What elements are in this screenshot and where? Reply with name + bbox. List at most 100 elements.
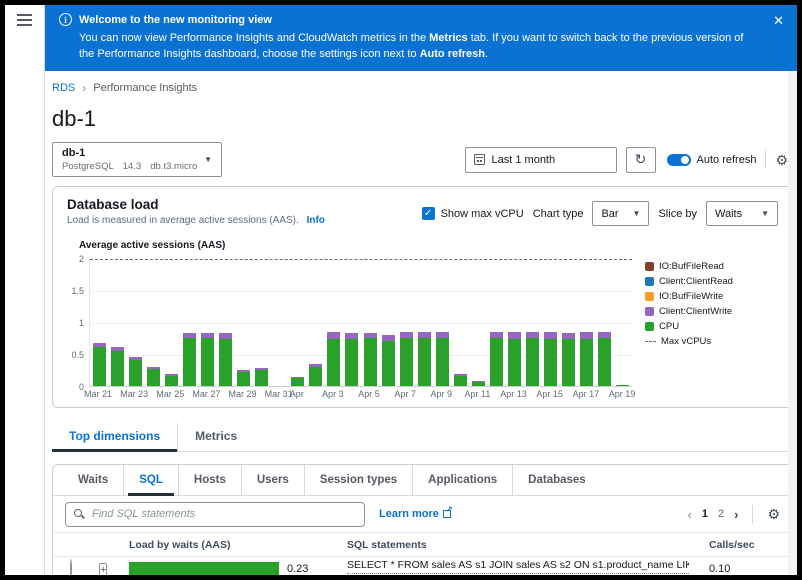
bar-client-clientwrite-apr-14[interactable] [526,332,539,338]
bar-cpu-apr-14[interactable] [526,338,539,386]
bar-client-clientwrite-apr-4[interactable] [345,333,358,339]
bar-cpu-apr-3[interactable] [327,339,340,386]
bar-client-clientwrite-mar-24[interactable] [147,367,160,370]
search-input[interactable] [65,502,365,527]
instance-selector[interactable]: db-1 PostgreSQL 14.3 db.t3.micro ▼ [52,142,222,177]
bar-cpu-mar-24[interactable] [147,369,160,386]
bar-client-clientwrite-apr-17[interactable] [580,332,593,338]
dimension-tab-session-types[interactable]: Session types [304,465,412,495]
dimension-tab-databases[interactable]: Databases [512,465,601,495]
dimension-tab-waits[interactable]: Waits [63,465,123,495]
load-by-waits-bar [129,562,279,575]
chart-plot-area[interactable] [89,259,632,387]
bar-cpu-apr-4[interactable] [345,339,358,386]
bar-cpu-apr-7[interactable] [400,338,413,386]
bar-cpu-mar-23[interactable] [129,360,142,386]
bar-cpu-apr-6[interactable] [382,341,395,386]
bar-client-clientwrite-apr-11[interactable] [472,381,485,382]
bar-client-clientwrite-mar-28[interactable] [219,333,232,339]
bar-client-clientwrite-apr-12[interactable] [490,332,503,338]
info-link[interactable]: Info [307,215,325,226]
bar-client-clientwrite-mar-30[interactable] [255,368,268,370]
row-expand-icon[interactable]: + [99,563,107,575]
slice-by-select[interactable]: Waits ▼ [706,201,778,226]
bar-client-clientwrite-mar-22[interactable] [111,347,124,351]
bar-cpu-apr-15[interactable] [544,339,557,386]
bar-client-clientwrite-apr-3[interactable] [327,332,340,338]
time-range-picker[interactable]: Last 1 month [465,147,617,173]
bar-cpu-mar-28[interactable] [219,339,232,386]
show-max-vcpu-checkbox[interactable]: ✓ [422,207,435,220]
bar-client-clientwrite-apr-10[interactable] [454,374,467,376]
bar-cpu-apr-17[interactable] [580,339,593,386]
table-preferences-gear-icon[interactable]: ⚙ [767,507,780,521]
bar-cpu-mar-30[interactable] [255,370,268,386]
bar-cpu-mar-27[interactable] [201,338,214,386]
bar-client-clientwrite-apr-15[interactable] [544,332,557,338]
bar-cpu-mar-29[interactable] [237,372,250,386]
bar-cpu-apr-13[interactable] [508,339,521,386]
legend-label: IO:BufFileRead [659,261,724,272]
bar-cpu-apr-5[interactable] [364,338,377,386]
bar-cpu-apr-1[interactable] [291,378,304,386]
settings-gear-icon[interactable]: ⚙ [775,153,788,167]
bar-client-clientwrite-mar-25[interactable] [165,374,178,376]
bar-cpu-apr-19[interactable] [616,385,629,386]
col-calls-per-sec[interactable]: Calls/sec [699,539,759,551]
row-radio-button[interactable] [70,559,72,575]
bar-client-clientwrite-apr-1[interactable] [291,377,304,378]
pagination-page-1[interactable]: 1 [702,508,708,520]
legend-item-io-buffileread: IO:BufFileRead [645,261,778,272]
bar-cpu-mar-22[interactable] [111,351,124,386]
legend-label: Max vCPUs [661,336,711,347]
bar-client-clientwrite-mar-29[interactable] [237,370,250,372]
bar-cpu-apr-9[interactable] [436,338,449,386]
auto-refresh-toggle[interactable] [667,154,691,166]
bar-cpu-apr-11[interactable] [472,382,485,386]
bar-cpu-mar-26[interactable] [183,338,196,386]
refresh-button[interactable]: ↻ [626,147,656,173]
bar-cpu-apr-10[interactable] [454,376,467,386]
bar-client-clientwrite-apr-7[interactable] [400,332,413,338]
bar-cpu-apr-16[interactable] [562,339,575,386]
pagination-next-icon[interactable]: › [734,509,738,520]
bar-client-clientwrite-mar-21[interactable] [93,343,106,347]
bar-cpu-mar-21[interactable] [93,347,106,386]
bar-cpu-mar-25[interactable] [165,376,178,386]
col-sql-statements[interactable]: SQL statements [347,539,699,551]
bar-cpu-apr-8[interactable] [418,338,431,386]
bar-client-clientwrite-apr-16[interactable] [562,333,575,339]
bar-client-clientwrite-mar-23[interactable] [129,357,142,360]
dimension-tab-sql[interactable]: SQL [123,465,178,495]
pagination-page-2[interactable]: 2 [718,508,724,520]
x-tick-label: Mar 27 [192,389,220,399]
dimension-tab-hosts[interactable]: Hosts [178,465,241,495]
instance-version: 14.3 [123,161,142,172]
instance-engine: PostgreSQL [62,161,114,172]
dimension-tab-users[interactable]: Users [241,465,304,495]
bar-client-clientwrite-mar-26[interactable] [183,333,196,338]
bar-client-clientwrite-apr-8[interactable] [418,332,431,338]
bar-client-clientwrite-apr-2[interactable] [309,364,322,367]
sql-statement-link[interactable]: SELECT * FROM sales AS s1 JOIN sales AS … [347,559,689,574]
col-load-by-waits[interactable]: Load by waits (AAS) [129,539,347,551]
dimension-tab-applications[interactable]: Applications [412,465,512,495]
bar-client-clientwrite-apr-6[interactable] [382,335,395,341]
bar-cpu-apr-18[interactable] [598,338,611,386]
bar-client-clientwrite-apr-13[interactable] [508,332,521,338]
tab-metrics[interactable]: Metrics [177,423,254,451]
bar-cpu-apr-12[interactable] [490,338,503,386]
breadcrumb-rds-link[interactable]: RDS [52,82,75,94]
bar-cpu-apr-2[interactable] [309,367,322,386]
hamburger-menu-icon[interactable] [17,14,32,26]
chart-type-select[interactable]: Bar ▼ [592,201,649,226]
bar-client-clientwrite-apr-18[interactable] [598,332,611,338]
learn-more-link[interactable]: Learn more [379,508,451,520]
bar-client-clientwrite-apr-9[interactable] [436,332,449,338]
pagination-prev-icon[interactable]: ‹ [688,509,692,520]
tab-top-dimensions[interactable]: Top dimensions [52,423,177,451]
close-icon[interactable]: ✕ [773,14,784,27]
bar-client-clientwrite-apr-5[interactable] [364,333,377,338]
bar-client-clientwrite-mar-27[interactable] [201,333,214,338]
legend-item-client-clientwrite: Client:ClientWrite [645,306,778,317]
